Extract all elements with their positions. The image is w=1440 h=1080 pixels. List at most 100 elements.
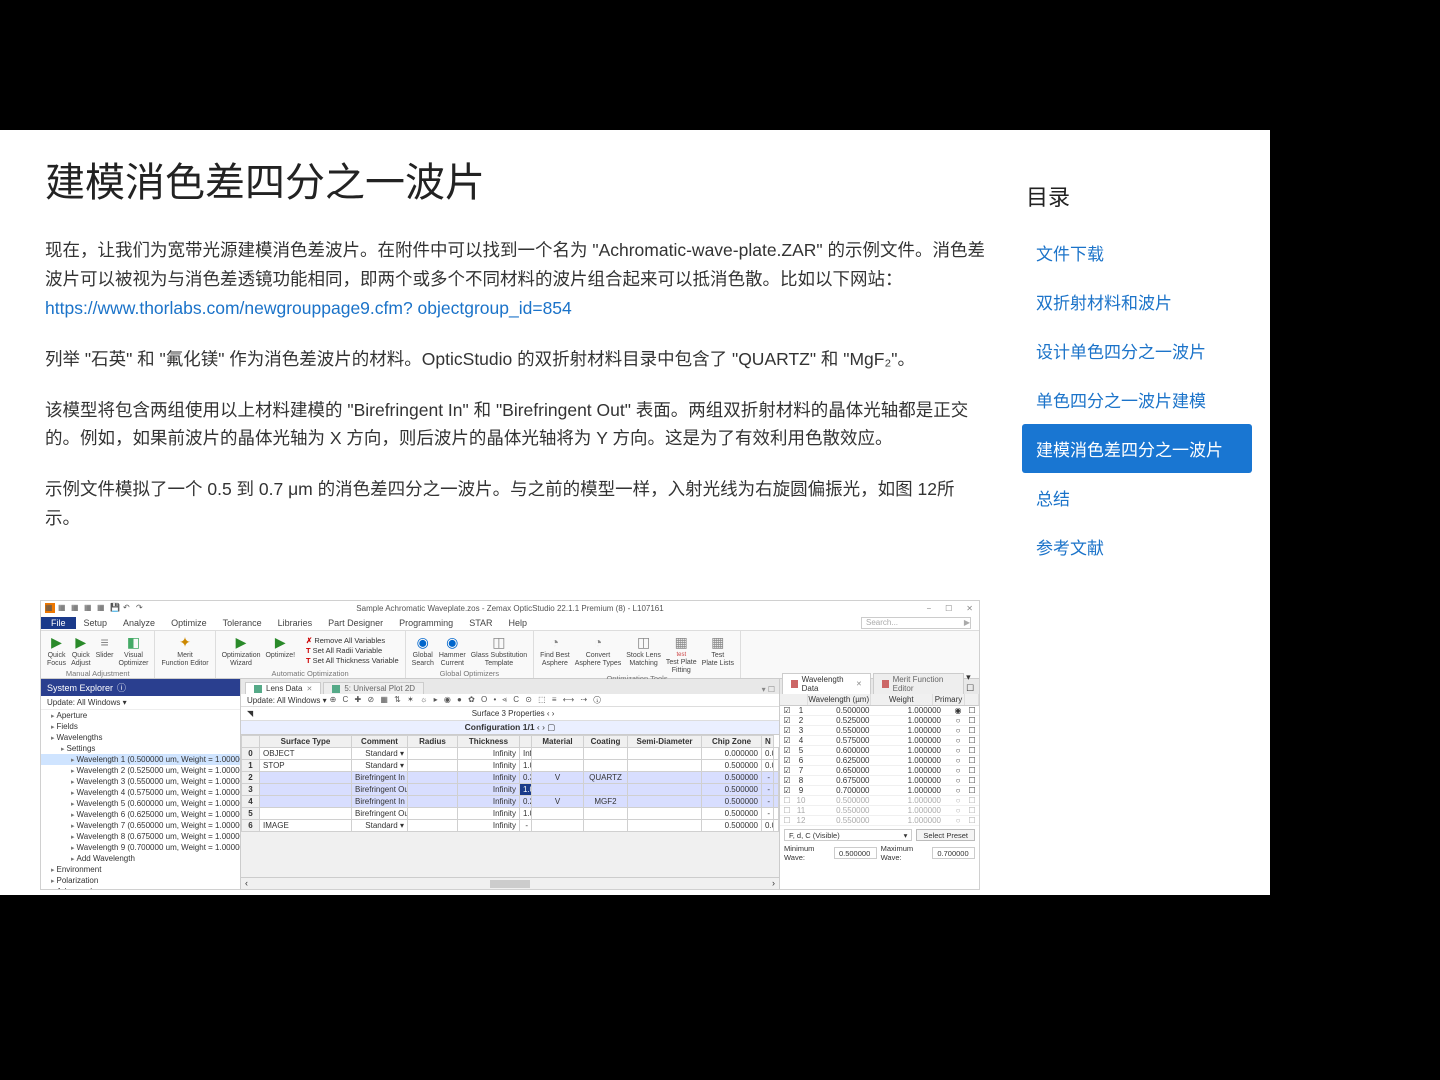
- wavelength-row[interactable]: ☑50.6000001.000000○☐: [780, 746, 979, 756]
- toc-item[interactable]: 建模消色差四分之一波片: [1022, 424, 1252, 473]
- menu-tab[interactable]: Analyze: [115, 618, 163, 628]
- ribbon-button[interactable]: ◫Glass SubstitutionTemplate: [471, 633, 527, 669]
- menu-tab[interactable]: Programming: [391, 618, 461, 628]
- wavelength-grid[interactable]: ☑10.5000001.000000◉☐☑20.5250001.000000○☐…: [780, 706, 979, 826]
- wavelength-row[interactable]: ☑90.7000001.000000○☐: [780, 786, 979, 796]
- opticstudio-window: ▦▦▦▦▦💾↶↷ Sample Achromatic Waveplate.zos…: [40, 600, 980, 890]
- ribbon-button[interactable]: ◔ConvertAsphere Types: [575, 633, 622, 674]
- tree-item[interactable]: ▸Wavelength 5 (0.600000 um, Weight = 1.0…: [41, 798, 240, 809]
- menu-tab[interactable]: Optimize: [163, 618, 215, 628]
- ribbon-button[interactable]: ▶OptimizationWizard: [222, 633, 261, 669]
- ribbon-line-button[interactable]: TSet All Thickness Variable: [306, 656, 399, 666]
- search-box[interactable]: Search...▶: [861, 617, 971, 629]
- ribbon-button[interactable]: ▶QuickAdjust: [71, 633, 90, 669]
- paragraph-3: 该模型将包含两组使用以上材料建模的 "Birefringent In" 和 "B…: [45, 396, 985, 454]
- ribbon-button[interactable]: ◔Find BestAsphere: [540, 633, 570, 674]
- search-placeholder: Search...: [866, 618, 898, 627]
- ribbon-button[interactable]: ◧VisualOptimizer: [119, 633, 149, 669]
- window-controls[interactable]: −☐✕: [926, 604, 973, 613]
- wavelength-row[interactable]: ☐120.5500001.000000○☐: [780, 816, 979, 826]
- menu-tab[interactable]: Part Designer: [320, 618, 391, 628]
- quick-access-toolbar[interactable]: ▦▦▦▦▦💾↶↷: [45, 603, 146, 613]
- editor-tab[interactable]: Lens Data ✕: [245, 682, 321, 694]
- tree-item[interactable]: ▸Wavelength 1 (0.500000 um, Weight = 1.0…: [41, 754, 240, 765]
- tree-item[interactable]: ▸Fields: [41, 721, 240, 732]
- ribbon-button[interactable]: ◫Stock LensMatching: [626, 633, 661, 674]
- table-of-contents: 目录 文件下载双折射材料和波片设计单色四分之一波片单色四分之一波片建模建模消色差…: [1022, 180, 1252, 571]
- ribbon-line-button[interactable]: TSet All Radii Variable: [306, 646, 399, 656]
- toc-item[interactable]: 设计单色四分之一波片: [1022, 326, 1252, 375]
- tree-item[interactable]: ▸Environment: [41, 864, 240, 875]
- wavelength-footer: F, d, C (Visible)▾ Select Preset Minimum…: [780, 826, 979, 865]
- ribbon-button[interactable]: ≡Slider: [96, 633, 114, 669]
- system-explorer-update[interactable]: Update: All Windows ▾: [41, 696, 240, 710]
- tree-item[interactable]: ▸Wavelength 3 (0.550000 um, Weight = 1.0…: [41, 776, 240, 787]
- wavelength-row[interactable]: ☑20.5250001.000000○☐: [780, 716, 979, 726]
- tree-item[interactable]: ▸Wavelength 4 (0.575000 um, Weight = 1.0…: [41, 787, 240, 798]
- tree-item[interactable]: ▸Wavelength 9 (0.700000 um, Weight = 1.0…: [41, 842, 240, 853]
- tab-controls[interactable]: ▾ ☐: [966, 672, 979, 694]
- menu-tab[interactable]: STAR: [461, 618, 500, 628]
- panel-tab[interactable]: Merit Function Editor: [873, 673, 964, 694]
- toc-heading: 目录: [1022, 180, 1252, 212]
- toc-item[interactable]: 单色四分之一波片建模: [1022, 375, 1252, 424]
- toc-item[interactable]: 参考文献: [1022, 522, 1252, 571]
- tree-item[interactable]: ▸Wavelength 6 (0.625000 um, Weight = 1.0…: [41, 809, 240, 820]
- tree-item[interactable]: ▸Wavelength 8 (0.675000 um, Weight = 1.0…: [41, 831, 240, 842]
- help-icon[interactable]: ⓘ: [117, 681, 126, 694]
- file-tab[interactable]: File: [41, 617, 76, 629]
- tree-item[interactable]: ▸Polarization: [41, 875, 240, 886]
- toc-item[interactable]: 文件下载: [1022, 228, 1252, 277]
- tree-item[interactable]: ▸Wavelength 2 (0.525000 um, Weight = 1.0…: [41, 765, 240, 776]
- ribbon: ▶QuickFocus ▶QuickAdjust ≡Slider ◧VisualOpt…: [41, 631, 979, 679]
- wavelength-row[interactable]: ☑30.5500001.000000○☐: [780, 726, 979, 736]
- tab-controls[interactable]: ▾ ☐: [762, 685, 775, 694]
- ribbon-button[interactable]: ▶Optimize!: [265, 633, 295, 669]
- ribbon-button[interactable]: ▦TestPlate Lists: [702, 633, 734, 674]
- menu-tab[interactable]: Libraries: [270, 618, 321, 628]
- wavelength-row[interactable]: ☑80.6750001.000000○☐: [780, 776, 979, 786]
- toolbar-icons[interactable]: ⊕ C ✚ ⊘ ▦ ⇅ ✶ ☼ ▸ ◉ ● ✿ O • ⪡ C ⊙ ⬚ ≡ ⟷ …: [330, 695, 603, 705]
- tree-item[interactable]: ▸Advanced: [41, 886, 240, 889]
- select-preset-button[interactable]: Select Preset: [916, 829, 975, 841]
- wavelength-row[interactable]: ☑40.5750001.000000○☐: [780, 736, 979, 746]
- ribbon-button[interactable]: ▦testTest PlateFitting: [666, 633, 697, 674]
- preset-select[interactable]: F, d, C (Visible)▾: [784, 829, 912, 841]
- maximize-icon: ☐: [945, 604, 952, 613]
- max-wave-field[interactable]: 0.700000: [932, 847, 975, 859]
- toc-item[interactable]: 总结: [1022, 473, 1252, 522]
- wavelength-row[interactable]: ☑70.6500001.000000○☐: [780, 766, 979, 776]
- tree-item[interactable]: ▸Aperture: [41, 710, 240, 721]
- menu-tab[interactable]: Help: [501, 618, 536, 628]
- paragraph-1: 现在，让我们为宽带光源建模消色差波片。在附件中可以找到一个名为 "Achroma…: [45, 236, 985, 323]
- menu-tab[interactable]: Setup: [76, 618, 116, 628]
- wavelength-row[interactable]: ☑10.5000001.000000◉☐: [780, 706, 979, 716]
- ribbon-button[interactable]: ✦MeritFunction Editor: [161, 633, 208, 678]
- editor-tab[interactable]: 5: Universal Plot 2D: [323, 682, 424, 694]
- ribbon-line-button[interactable]: ✗Remove All Variables: [306, 636, 399, 646]
- tree-item[interactable]: ▸Wavelengths: [41, 732, 240, 743]
- toc-item[interactable]: 双折射材料和波片: [1022, 277, 1252, 326]
- min-wave-field[interactable]: 0.500000: [834, 847, 877, 859]
- lens-data-toolbar[interactable]: Update: All Windows ▾ ⊕ C ✚ ⊘ ▦ ⇅ ✶ ☼ ▸ …: [241, 694, 779, 707]
- wavelength-row[interactable]: ☑60.6250001.000000○☐: [780, 756, 979, 766]
- tree-item[interactable]: ▸Add Wavelength: [41, 853, 240, 864]
- paragraph-4: 示例文件模拟了一个 0.5 到 0.7 μm 的消色差四分之一波片。与之前的模型…: [45, 475, 985, 533]
- close-icon: ✕: [966, 604, 973, 613]
- surface-properties-bar[interactable]: ◥ Surface 3 Properties ‹ ›: [241, 707, 779, 721]
- surface-arrow-icon[interactable]: ◥: [247, 709, 253, 718]
- tree-item[interactable]: ▸Settings: [41, 743, 240, 754]
- wavelength-data-panel: Wavelength Data ✕Merit Function Editor▾ …: [779, 679, 979, 889]
- thorlabs-link[interactable]: https://www.thorlabs.com/newgrouppage9.c…: [45, 298, 572, 318]
- wavelength-row[interactable]: ☐110.5500001.000000○☐: [780, 806, 979, 816]
- menu-tab[interactable]: Tolerance: [215, 618, 270, 628]
- ribbon-button[interactable]: ◉HammerCurrent: [439, 633, 466, 669]
- tree-item[interactable]: ▸Wavelength 7 (0.650000 um, Weight = 1.0…: [41, 820, 240, 831]
- ribbon-button[interactable]: ◉GlobalSearch: [412, 633, 434, 669]
- ribbon-button[interactable]: ▶QuickFocus: [47, 633, 66, 669]
- lens-data-grid[interactable]: Surface TypeCommentRadiusThicknessMateri…: [241, 735, 779, 832]
- horizontal-scrollbar[interactable]: ‹›: [241, 877, 779, 889]
- wavelength-row[interactable]: ☐100.5000001.000000○☐: [780, 796, 979, 806]
- editor-tabs: Lens Data ✕5: Universal Plot 2D ▾ ☐: [241, 679, 779, 694]
- panel-tab[interactable]: Wavelength Data ✕: [782, 673, 871, 694]
